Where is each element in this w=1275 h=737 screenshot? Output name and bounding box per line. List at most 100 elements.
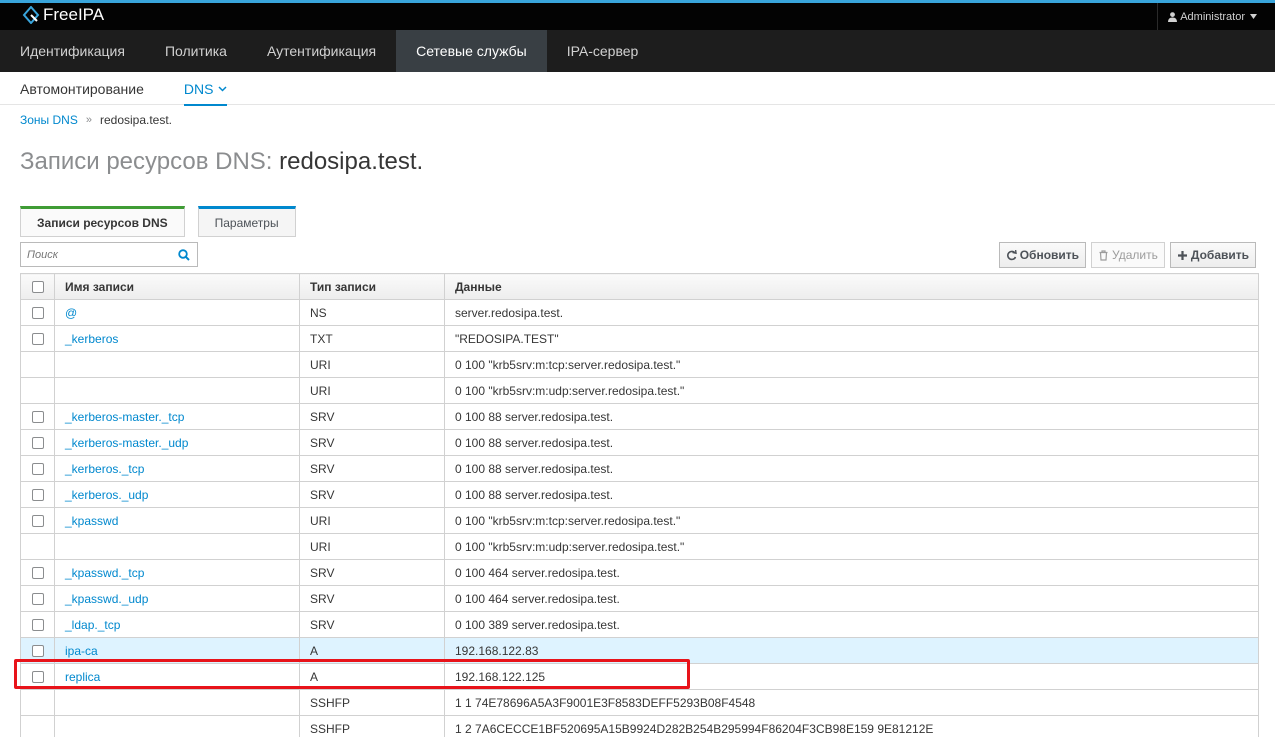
delete-button[interactable]: Удалить (1091, 242, 1165, 268)
brand[interactable]: FreeIPA (22, 5, 104, 25)
column-header-name[interactable]: Имя записи (54, 273, 300, 300)
table-row[interactable]: URI 0 100 "krb5srv:m:udp:server.redosipa.… (20, 533, 1259, 560)
search-icon[interactable] (178, 249, 190, 261)
record-data-cell: 0 100 "krb5srv:m:udp:server.redosipa.tes… (444, 533, 1259, 560)
brand-name: FreeIPA (43, 5, 105, 24)
nav-identity[interactable]: Идентификация (0, 30, 145, 72)
table-row[interactable]: ipa-ca A 192.168.122.83 (20, 637, 1259, 664)
row-checkbox-cell (20, 377, 55, 404)
record-data-cell: 0 100 "krb5srv:m:udp:server.redosipa.tes… (444, 377, 1259, 404)
row-checkbox[interactable] (31, 645, 44, 658)
user-icon (1168, 11, 1178, 22)
record-name-link[interactable]: _kerberos-master._tcp (65, 410, 184, 424)
subnav-automount[interactable]: Автомонтирование (20, 72, 144, 105)
record-data-cell: 0 100 88 server.redosipa.test. (444, 403, 1259, 430)
breadcrumb-current: redosipa.test. (99, 113, 173, 127)
record-name-link[interactable]: @ (65, 306, 77, 320)
table-row[interactable]: SSHFP 1 2 7A6CECCE1BF520695A15B9924D282B2… (20, 715, 1259, 737)
record-type-cell: A (299, 663, 445, 690)
record-type-cell: A (299, 637, 445, 664)
row-checkbox-cell (20, 325, 55, 352)
sub-nav: Автомонтирование DNS (0, 72, 1275, 106)
row-checkbox-cell (20, 455, 55, 482)
user-menu[interactable]: Administrator (1157, 3, 1275, 30)
row-checkbox-cell (20, 585, 55, 612)
facet-tabs: Записи ресурсов DNS Параметры (20, 206, 309, 237)
row-checkbox[interactable] (31, 567, 44, 580)
caret-down-icon (1250, 14, 1257, 19)
record-name-link[interactable]: _kpasswd._tcp (65, 566, 144, 580)
table-row[interactable]: _kpasswd._udp SRV 0 100 464 server.redosip… (20, 585, 1259, 612)
row-checkbox[interactable] (31, 515, 44, 528)
select-all-checkbox[interactable] (31, 281, 44, 294)
subnav-automount-label: Автомонтирование (20, 80, 144, 97)
record-type-cell: URI (299, 533, 445, 560)
table-row[interactable]: URI 0 100 "krb5srv:m:tcp:server.redosipa.… (20, 351, 1259, 378)
search-input[interactable] (21, 244, 171, 265)
row-checkbox-cell (20, 507, 55, 534)
record-name-link[interactable]: _kerberos-master._udp (65, 436, 188, 450)
row-checkbox[interactable] (31, 307, 44, 320)
record-data-cell: 192.168.122.83 (444, 637, 1259, 664)
table-row[interactable]: _kpasswd URI 0 100 "krb5srv:m:tcp:server.r… (20, 507, 1259, 534)
column-header-type[interactable]: Тип записи (299, 273, 445, 300)
table-row[interactable]: _kpasswd._tcp SRV 0 100 464 server.redosip… (20, 559, 1259, 586)
record-name-link[interactable]: _ldap._tcp (65, 618, 120, 632)
refresh-button[interactable]: Обновить (998, 242, 1087, 268)
record-name-link[interactable]: _kerberos._tcp (65, 462, 144, 476)
freeipa-logo-icon (22, 6, 40, 24)
chevron-down-icon (218, 85, 227, 92)
subnav-dns[interactable]: DNS (183, 72, 228, 106)
table-row[interactable]: _kerberos._tcp SRV 0 100 88 server.redosip… (20, 455, 1259, 482)
row-checkbox[interactable] (31, 437, 44, 450)
table-row[interactable]: _kerberos-master._udp SRV 0 100 88 server.… (20, 429, 1259, 456)
table-row[interactable]: @ NS server.redosipa.test. (20, 299, 1259, 326)
table-row[interactable]: _ldap._tcp SRV 0 100 389 server.redosipa.t… (20, 611, 1259, 638)
row-checkbox-cell (20, 299, 55, 326)
table-row[interactable]: replica A 192.168.122.125 (20, 663, 1259, 690)
record-name-link[interactable]: _kerberos._udp (65, 488, 148, 502)
row-checkbox[interactable] (31, 489, 44, 502)
row-checkbox[interactable] (31, 411, 44, 424)
record-name-link[interactable]: _kerberos (65, 332, 118, 346)
record-type-cell: SRV (299, 403, 445, 430)
search-box (20, 242, 198, 267)
row-checkbox[interactable] (31, 463, 44, 476)
breadcrumb-dns-zones[interactable]: Зоны DNS (20, 113, 78, 127)
table-row[interactable]: _kerberos TXT "REDOSIPA.TEST" (20, 325, 1259, 352)
table-row[interactable]: URI 0 100 "krb5srv:m:udp:server.redosipa.… (20, 377, 1259, 404)
tab-dns-records[interactable]: Записи ресурсов DNS (20, 206, 185, 237)
record-name-link[interactable]: _kpasswd._udp (65, 592, 148, 606)
record-type-cell: SRV (299, 585, 445, 612)
nav-policy[interactable]: Политика (145, 30, 247, 72)
row-checkbox[interactable] (31, 333, 44, 346)
record-name-link[interactable]: replica (65, 670, 100, 684)
record-data-cell: 1 2 7A6CECCE1BF520695A15B9924D282B254B29… (444, 715, 1259, 737)
table-body: @ NS server.redosipa.test. _kerberos TXT "RED… (20, 299, 1259, 737)
row-checkbox-cell (20, 429, 55, 456)
add-button[interactable]: Добавить (1169, 242, 1256, 268)
nav-network-services[interactable]: Сетевые службы (396, 30, 547, 72)
row-checkbox-cell (20, 559, 55, 586)
record-data-cell: 0 100 88 server.redosipa.test. (444, 481, 1259, 508)
row-checkbox[interactable] (31, 671, 44, 684)
record-data-cell: 0 100 464 server.redosipa.test. (444, 585, 1259, 612)
record-name-cell: _kerberos-master._udp (54, 429, 300, 456)
row-checkbox[interactable] (31, 593, 44, 606)
table-row[interactable]: _kerberos._udp SRV 0 100 88 server.redosip… (20, 481, 1259, 508)
tab-settings[interactable]: Параметры (197, 206, 296, 237)
nav-authentication[interactable]: Аутентификация (247, 30, 396, 72)
row-checkbox[interactable] (31, 619, 44, 632)
nav-ipa-server[interactable]: IPA-сервер (547, 30, 659, 72)
column-header-data[interactable]: Данные (444, 273, 1259, 300)
top-bar: FreeIPA Administrator (0, 0, 1275, 30)
add-label: Добавить (1190, 248, 1249, 262)
record-name-link[interactable]: _kpasswd (65, 514, 118, 528)
record-name-link[interactable]: ipa-ca (65, 644, 98, 658)
table-row[interactable]: SSHFP 1 1 74E78696A5A3F9001E3F8583DEFF529… (20, 689, 1259, 716)
record-data-cell: 0 100 389 server.redosipa.test. (444, 611, 1259, 638)
record-data-cell: 192.168.122.125 (444, 663, 1259, 690)
table-row[interactable]: _kerberos-master._tcp SRV 0 100 88 server.… (20, 403, 1259, 430)
record-type-cell: URI (299, 507, 445, 534)
breadcrumb-separator: » (85, 114, 92, 126)
